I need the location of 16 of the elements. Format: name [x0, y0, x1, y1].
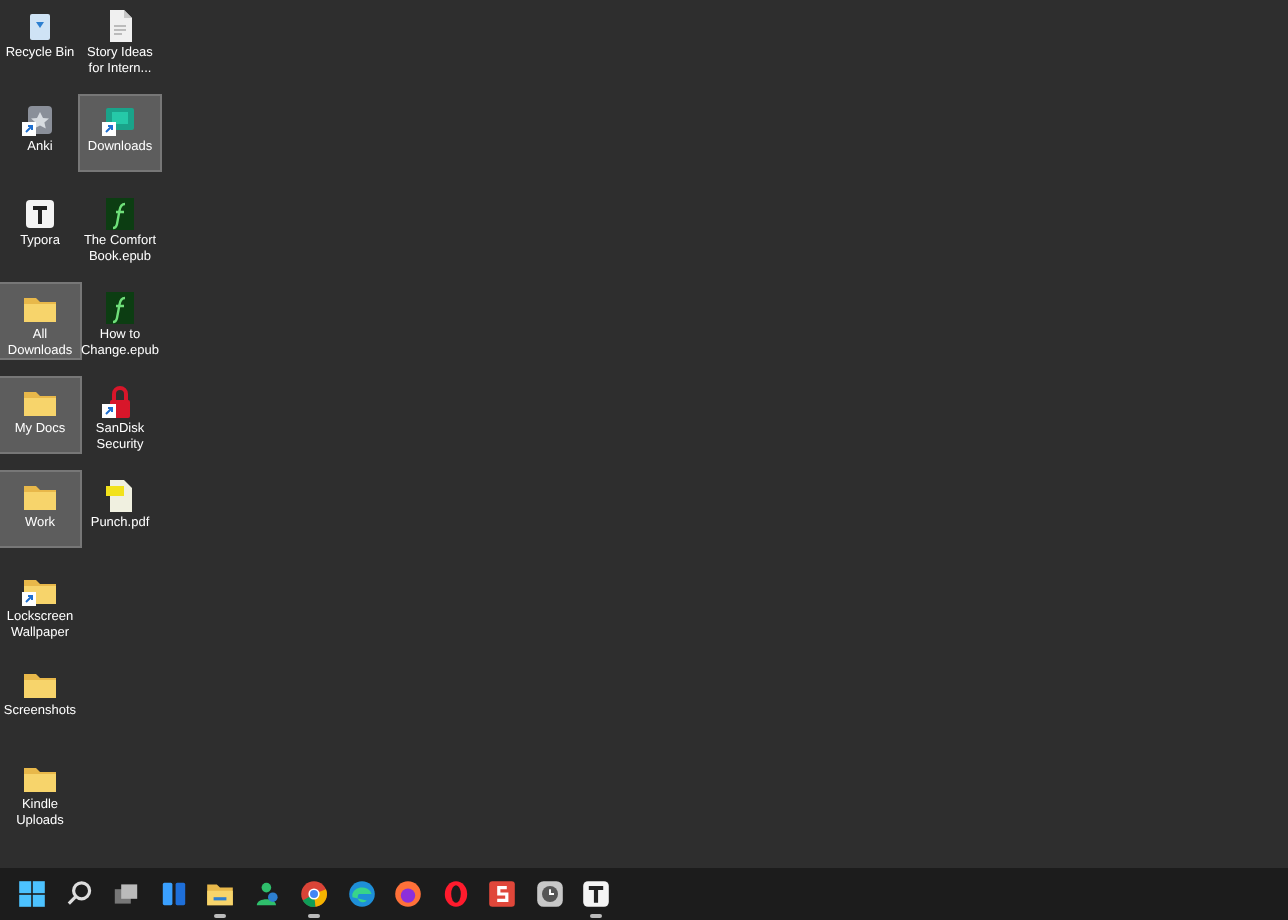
opera-icon	[443, 881, 467, 907]
edge-icon	[348, 881, 374, 907]
search-icon	[66, 881, 91, 905]
running-indicator	[214, 914, 226, 918]
widgets-icon	[161, 882, 185, 906]
letter-t-icon	[583, 881, 609, 907]
running-indicator	[308, 914, 320, 918]
task-view-icon	[114, 884, 138, 904]
chrome-icon	[301, 881, 327, 907]
letter-s-app-icon	[489, 881, 515, 907]
firefox-icon	[395, 881, 421, 907]
windows-logo-icon	[19, 881, 45, 907]
clock-icon	[536, 881, 562, 907]
running-indicator	[590, 914, 602, 918]
folder-icon	[207, 884, 233, 906]
people-icon	[255, 882, 277, 906]
